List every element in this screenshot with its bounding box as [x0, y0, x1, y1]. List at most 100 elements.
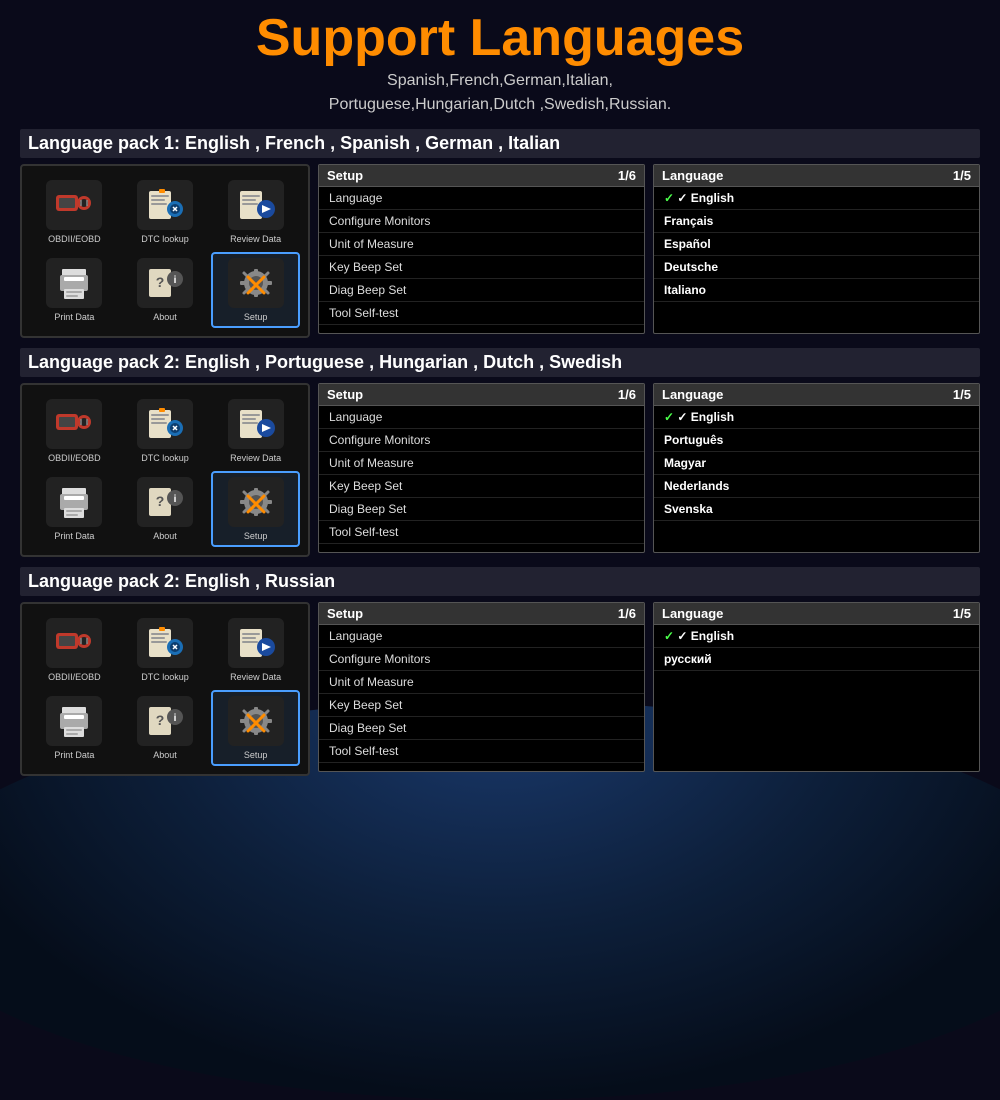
icon-obdii-1[interactable]: OBDII/EOBD	[30, 174, 119, 250]
icon-box-about: ? i	[137, 477, 193, 527]
icon-setup-2[interactable]: Setup	[211, 471, 300, 547]
lang-panel-1: Language 1/5 ✓ EnglishFrançaisEspañolDeuts…	[653, 164, 980, 334]
icon-review-2[interactable]: Review Data	[211, 393, 300, 469]
setup-item-3[interactable]: Key Beep Set	[319, 256, 644, 279]
lang-item-0[interactable]: ✓ English	[654, 187, 979, 210]
setup-page: 1/6	[618, 387, 636, 402]
icon-dtc-2[interactable]: DTC lookup	[121, 393, 210, 469]
icon-about-2[interactable]: ? i About	[121, 471, 210, 547]
icon-setup-1[interactable]: Setup	[211, 252, 300, 328]
lang-page: 1/5	[953, 168, 971, 183]
icon-dtc-1[interactable]: DTC lookup	[121, 174, 210, 250]
setup-item-2[interactable]: Unit of Measure	[319, 452, 644, 475]
pack-title-3: Language pack 2: English , Russian	[20, 567, 980, 596]
setup-item-4[interactable]: Diag Beep Set	[319, 498, 644, 521]
subtitle: Spanish,French,German,Italian, Portugues…	[20, 69, 980, 117]
setup-item-3[interactable]: Key Beep Set	[319, 694, 644, 717]
icon-label-obdii: OBDII/EOBD	[48, 453, 101, 463]
setup-panel-2: Setup 1/6 LanguageConfigure MonitorsUnit o…	[318, 383, 645, 553]
lang-item-1[interactable]: русский	[654, 648, 979, 671]
setup-item-2[interactable]: Unit of Measure	[319, 671, 644, 694]
icon-print-3[interactable]: Print Data	[30, 690, 119, 766]
svg-text:?: ?	[156, 493, 165, 509]
icon-dtc-3[interactable]: DTC lookup	[121, 612, 210, 688]
lang-item-4[interactable]: Italiano	[654, 279, 979, 302]
setup-item-5[interactable]: Tool Self-test	[319, 521, 644, 544]
lang-page: 1/5	[953, 387, 971, 402]
icon-about-3[interactable]: ? i About	[121, 690, 210, 766]
device-panel-3: OBDII/EOBD DTC lookup Review Data Print …	[20, 602, 310, 776]
setup-title: Setup	[327, 606, 363, 621]
lang-panel-2: Language 1/5 ✓ EnglishPortuguêsMagyarNeder…	[653, 383, 980, 553]
lang-item-2[interactable]: Español	[654, 233, 979, 256]
icon-box-review	[228, 180, 284, 230]
lang-title: Language	[662, 168, 723, 183]
icon-box-setup	[228, 258, 284, 308]
icon-print-1[interactable]: Print Data	[30, 252, 119, 328]
pack-title-1: Language pack 1: English , French , Span…	[20, 129, 980, 158]
setup-item-0[interactable]: Language	[319, 406, 644, 429]
icon-label-print: Print Data	[54, 312, 94, 322]
icon-box-dtc	[137, 399, 193, 449]
setup-item-0[interactable]: Language	[319, 625, 644, 648]
pack-row-2: OBDII/EOBD DTC lookup Review Data Print …	[20, 383, 980, 557]
icon-box-obdii	[46, 618, 102, 668]
icon-box-dtc	[137, 180, 193, 230]
icon-setup-3[interactable]: Setup	[211, 690, 300, 766]
svg-text:i: i	[174, 713, 177, 724]
icon-label-dtc: DTC lookup	[141, 453, 189, 463]
icon-label-setup: Setup	[244, 312, 268, 322]
icon-review-1[interactable]: Review Data	[211, 174, 300, 250]
lang-item-3[interactable]: Deutsche	[654, 256, 979, 279]
icon-label-review: Review Data	[230, 672, 281, 682]
icon-box-dtc	[137, 618, 193, 668]
setup-item-5[interactable]: Tool Self-test	[319, 302, 644, 325]
icon-obdii-3[interactable]: OBDII/EOBD	[30, 612, 119, 688]
icon-label-setup: Setup	[244, 531, 268, 541]
icon-label-obdii: OBDII/EOBD	[48, 234, 101, 244]
icon-box-setup	[228, 477, 284, 527]
setup-header-3: Setup 1/6	[319, 603, 644, 625]
icon-review-3[interactable]: Review Data	[211, 612, 300, 688]
device-panel-1: OBDII/EOBD DTC lookup Review Data Print …	[20, 164, 310, 338]
icon-label-about: About	[153, 531, 177, 541]
lang-item-1[interactable]: Français	[654, 210, 979, 233]
icon-obdii-2[interactable]: OBDII/EOBD	[30, 393, 119, 469]
icon-box-setup	[228, 696, 284, 746]
lang-header-1: Language 1/5	[654, 165, 979, 187]
setup-page: 1/6	[618, 606, 636, 621]
lang-title: Language	[662, 387, 723, 402]
lang-item-0[interactable]: ✓ English	[654, 406, 979, 429]
lang-item-4[interactable]: Svenska	[654, 498, 979, 521]
svg-text:?: ?	[156, 274, 165, 290]
icon-about-1[interactable]: ? i About	[121, 252, 210, 328]
lang-item-2[interactable]: Magyar	[654, 452, 979, 475]
lang-item-3[interactable]: Nederlands	[654, 475, 979, 498]
lang-item-1[interactable]: Português	[654, 429, 979, 452]
setup-item-3[interactable]: Key Beep Set	[319, 475, 644, 498]
lang-page: 1/5	[953, 606, 971, 621]
icon-box-about: ? i	[137, 696, 193, 746]
icon-label-review: Review Data	[230, 453, 281, 463]
setup-item-1[interactable]: Configure Monitors	[319, 210, 644, 233]
lang-title: Language	[662, 606, 723, 621]
setup-item-1[interactable]: Configure Monitors	[319, 429, 644, 452]
icon-box-review	[228, 399, 284, 449]
setup-item-1[interactable]: Configure Monitors	[319, 648, 644, 671]
setup-item-5[interactable]: Tool Self-test	[319, 740, 644, 763]
setup-item-2[interactable]: Unit of Measure	[319, 233, 644, 256]
setup-header-2: Setup 1/6	[319, 384, 644, 406]
lang-item-0[interactable]: ✓ English	[654, 625, 979, 648]
icon-box-review	[228, 618, 284, 668]
icon-label-obdii: OBDII/EOBD	[48, 672, 101, 682]
setup-panel-3: Setup 1/6 LanguageConfigure MonitorsUnit o…	[318, 602, 645, 772]
setup-title: Setup	[327, 387, 363, 402]
pack-title-2: Language pack 2: English , Portuguese , …	[20, 348, 980, 377]
pack-section-3: Language pack 2: English , Russian OBDII…	[20, 567, 980, 776]
setup-item-4[interactable]: Diag Beep Set	[319, 717, 644, 740]
setup-item-0[interactable]: Language	[319, 187, 644, 210]
pack-section-2: Language pack 2: English , Portuguese , …	[20, 348, 980, 557]
icon-box-obdii	[46, 399, 102, 449]
setup-item-4[interactable]: Diag Beep Set	[319, 279, 644, 302]
icon-print-2[interactable]: Print Data	[30, 471, 119, 547]
